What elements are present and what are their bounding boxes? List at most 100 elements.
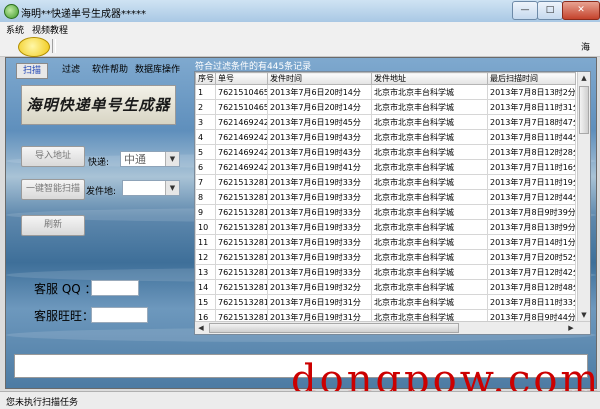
row-index-cell: 5 bbox=[195, 144, 216, 160]
send-time-cell: 2013年7月6日19时33分 bbox=[267, 174, 372, 190]
refresh-button[interactable]: 刷新 bbox=[21, 215, 85, 236]
table-row[interactable]: 57621469242872013年7月6日19时43分北京市北京丰台科学城20… bbox=[195, 144, 576, 160]
scroll-left-icon[interactable]: ◀ bbox=[195, 322, 207, 334]
last-scan-time-cell: 2013年7月8日13时9分 bbox=[487, 219, 576, 235]
send-address-cell: 北京市北京丰台科学城 bbox=[371, 294, 488, 310]
send-address-cell: 北京市北京丰台科学城 bbox=[371, 159, 488, 175]
send-address-cell: 北京市北京丰台科学城 bbox=[371, 129, 488, 145]
status-text: 您未执行扫描任务 bbox=[6, 398, 79, 408]
table-row[interactable]: 77621513281672013年7月6日19时33分北京市北京丰台科学城20… bbox=[195, 174, 576, 190]
last-scan-time-cell: 2013年7月8日11时33分 bbox=[487, 294, 576, 310]
send-time-cell: 2013年7月6日19时33分 bbox=[267, 219, 372, 235]
table-row[interactable]: 127621513281802013年7月6日19时33分北京市北京丰台科学城2… bbox=[195, 249, 576, 265]
tracking-number-cell: 762151328162 bbox=[215, 204, 268, 220]
column-header-send-time[interactable]: 发件时间 bbox=[267, 72, 372, 85]
column-header-send-address[interactable]: 发件地址 bbox=[371, 72, 488, 85]
courier-select[interactable]: 中通 ▼ bbox=[120, 151, 180, 167]
table-row[interactable]: 107621513281772013年7月6日19时33分北京市北京丰台科学城2… bbox=[195, 219, 576, 235]
chevron-down-icon: ▼ bbox=[165, 152, 179, 166]
last-scan-time-cell: 2013年7月7日20时52分 bbox=[487, 249, 576, 265]
window-title: 海明**快递单号生成器***** bbox=[21, 9, 146, 20]
vertical-scrollbar[interactable]: ▲ ▼ bbox=[577, 72, 590, 321]
tab-filter[interactable]: 过滤 bbox=[62, 63, 80, 77]
send-time-cell: 2013年7月6日20时14分 bbox=[267, 99, 372, 115]
row-index-cell: 13 bbox=[195, 264, 216, 280]
menu-bar: 系统 视频教程 bbox=[0, 22, 600, 36]
send-time-cell: 2013年7月6日19时43分 bbox=[267, 129, 372, 145]
sender-location-label: 发件地: bbox=[86, 187, 117, 197]
last-scan-time-cell: 2013年7月8日12时48分 bbox=[487, 279, 576, 295]
column-header-last-scan-time[interactable]: 最后扫描时间 bbox=[487, 72, 576, 85]
menu-video-tutorial[interactable]: 视频教程 bbox=[32, 23, 68, 36]
tracking-number-cell: 762146924285 bbox=[215, 129, 268, 145]
table-row[interactable]: 137621513281782013年7月6日19时33分北京市北京丰台科学城2… bbox=[195, 264, 576, 280]
app-icon bbox=[4, 4, 19, 19]
tab-software-help[interactable]: 软件帮助 bbox=[92, 63, 128, 77]
main-panel: 扫描 过滤 软件帮助 数据库操作 海明快递单号生成器 导入地址 快递: 中通 ▼… bbox=[5, 57, 597, 389]
row-index-cell: 14 bbox=[195, 279, 216, 295]
courier-label: 快递: bbox=[88, 158, 110, 168]
send-address-cell: 北京市北京丰台科学城 bbox=[371, 99, 488, 115]
table-row[interactable]: 37621469242862013年7月6日19时45分北京市北京丰台科学城20… bbox=[195, 114, 576, 130]
send-address-cell: 北京市北京丰台科学城 bbox=[371, 234, 488, 250]
scroll-up-icon[interactable]: ▲ bbox=[578, 72, 590, 84]
tab-database[interactable]: 数据库操作 bbox=[135, 63, 180, 77]
toolbar: 海 bbox=[0, 36, 600, 57]
table-row[interactable]: 67621469242892013年7月6日19时41分北京市北京丰台科学城20… bbox=[195, 159, 576, 175]
send-address-cell: 北京市北京丰台科学城 bbox=[371, 114, 488, 130]
row-index-cell: 7 bbox=[195, 174, 216, 190]
chevron-down-icon: ▼ bbox=[165, 181, 179, 195]
column-header-tracking-number[interactable]: 单号 bbox=[215, 72, 268, 85]
horizontal-scroll-thumb[interactable] bbox=[209, 323, 459, 333]
table-row[interactable]: 87621513281742013年7月6日19时33分北京市北京丰台科学城20… bbox=[195, 189, 576, 205]
send-address-cell: 北京市北京丰台科学城 bbox=[371, 249, 488, 265]
horizontal-scrollbar[interactable]: ◀ ▶ bbox=[195, 321, 590, 334]
smart-scan-button[interactable]: 一键智能扫描 bbox=[21, 179, 85, 200]
send-time-cell: 2013年7月6日19时41分 bbox=[267, 159, 372, 175]
table-row[interactable]: 97621513281622013年7月6日19时33分北京市北京丰台科学城20… bbox=[195, 204, 576, 220]
sender-location-select[interactable]: ▼ bbox=[122, 180, 180, 196]
table-row[interactable]: 117621513281682013年7月6日19时33分北京市北京丰台科学城2… bbox=[195, 234, 576, 250]
tracking-number-cell: 762146924289 bbox=[215, 159, 268, 175]
last-scan-time-cell: 2013年7月7日12时42分 bbox=[487, 264, 576, 280]
maximize-button[interactable]: □ bbox=[537, 1, 563, 20]
row-index-cell: 8 bbox=[195, 189, 216, 205]
title-bar: 海明**快递单号生成器***** — □ ✕ bbox=[0, 0, 600, 23]
close-button[interactable]: ✕ bbox=[562, 1, 600, 20]
send-address-cell: 北京市北京丰台科学城 bbox=[371, 219, 488, 235]
send-time-cell: 2013年7月6日19时33分 bbox=[267, 264, 372, 280]
send-address-cell: 北京市北京丰台科学城 bbox=[371, 279, 488, 295]
last-scan-time-cell: 2013年7月8日12时28分 bbox=[487, 144, 576, 160]
row-index-cell: 11 bbox=[195, 234, 216, 250]
row-index-cell: 1 bbox=[195, 84, 216, 100]
import-address-button[interactable]: 导入地址 bbox=[21, 146, 85, 167]
last-scan-time-cell: 2013年7月7日12时44分 bbox=[487, 189, 576, 205]
records-grid[interactable]: 序号 单号 发件时间 发件地址 最后扫描时间 17621510465942013… bbox=[194, 71, 591, 335]
column-header-index[interactable]: 序号 bbox=[195, 72, 216, 85]
send-time-cell: 2013年7月6日19时33分 bbox=[267, 204, 372, 220]
tracking-number-cell: 762151328167 bbox=[215, 174, 268, 190]
last-scan-time-cell: 2013年7月8日11时31分 bbox=[487, 99, 576, 115]
menu-system[interactable]: 系统 bbox=[6, 23, 24, 36]
send-time-cell: 2013年7月6日20时14分 bbox=[267, 84, 372, 100]
table-row[interactable]: 27621510465952013年7月6日20时14分北京市北京丰台科学城20… bbox=[195, 99, 576, 115]
row-index-cell: 3 bbox=[195, 114, 216, 130]
scroll-down-icon[interactable]: ▼ bbox=[578, 309, 590, 321]
send-time-cell: 2013年7月6日19时33分 bbox=[267, 234, 372, 250]
scroll-right-icon[interactable]: ▶ bbox=[565, 322, 577, 334]
send-time-cell: 2013年7月6日19时32分 bbox=[267, 279, 372, 295]
status-bar: 您未执行扫描任务 bbox=[0, 391, 600, 409]
send-address-cell: 北京市北京丰台科学城 bbox=[371, 189, 488, 205]
send-address-cell: 北京市北京丰台科学城 bbox=[371, 84, 488, 100]
row-index-cell: 6 bbox=[195, 159, 216, 175]
table-row[interactable]: 17621510465942013年7月6日20时14分北京市北京丰台科学城20… bbox=[195, 84, 576, 100]
table-row[interactable]: 47621469242852013年7月6日19时43分北京市北京丰台科学城20… bbox=[195, 129, 576, 145]
brand-banner: 海明快递单号生成器 bbox=[21, 85, 176, 125]
tracking-number-cell: 762151328179 bbox=[215, 279, 268, 295]
tab-scan[interactable]: 扫描 bbox=[16, 63, 48, 79]
vertical-scroll-thumb[interactable] bbox=[579, 86, 589, 134]
minimize-button[interactable]: — bbox=[512, 1, 538, 20]
table-row[interactable]: 147621513281792013年7月6日19时32分北京市北京丰台科学城2… bbox=[195, 279, 576, 295]
table-row[interactable]: 157621513281722013年7月6日19时31分北京市北京丰台科学城2… bbox=[195, 294, 576, 310]
row-index-cell: 2 bbox=[195, 99, 216, 115]
